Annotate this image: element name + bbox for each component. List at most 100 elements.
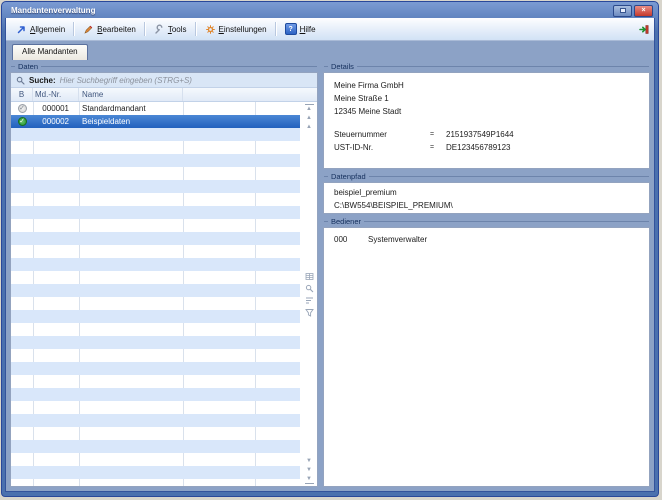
daten-panel: Daten Suche: Hier Suchbegriff eingeben (… xyxy=(10,61,318,487)
bediener-entry[interactable]: 000 Systemverwalter xyxy=(334,233,639,246)
table-row-selected[interactable]: ✓ 000002 Beispieldaten xyxy=(11,115,300,128)
table-row-empty[interactable] xyxy=(11,401,300,414)
menu-bearbeiten[interactable]: Bearbeiten xyxy=(77,22,142,37)
table-row-empty[interactable] xyxy=(11,375,300,388)
table-row-empty[interactable] xyxy=(11,206,300,219)
table-row-empty[interactable] xyxy=(11,297,300,310)
table-row-empty[interactable] xyxy=(11,180,300,193)
menu-tools[interactable]: Tools xyxy=(148,22,193,37)
column-header-status[interactable]: B xyxy=(11,88,33,101)
table-row-empty[interactable] xyxy=(11,362,300,375)
group-title: Bediener xyxy=(331,217,361,226)
table-row-empty[interactable] xyxy=(11,310,300,323)
field-value: DE123456789123 xyxy=(446,143,511,152)
table-row[interactable]: ✓ 000001 Standardmandant xyxy=(11,102,300,115)
group-title: Details xyxy=(331,62,354,71)
equals-sign: = xyxy=(430,144,446,151)
field-label: UST-ID-Nr. xyxy=(334,143,430,152)
menu-allgemein[interactable]: Allgemein xyxy=(10,22,71,37)
table-row-empty[interactable] xyxy=(11,453,300,466)
close-button[interactable]: × xyxy=(634,5,653,17)
help-icon: ? xyxy=(285,23,297,35)
datenpfad-group-label: Datenpfad xyxy=(323,171,650,182)
table-row-empty[interactable] xyxy=(11,219,300,232)
steuernummer-field: Steuernummer = 2151937549P1644 xyxy=(334,128,639,141)
search-list-icon[interactable] xyxy=(305,284,314,293)
tab-alle-mandanten[interactable]: Alle Mandanten xyxy=(12,44,88,60)
cell-name: Beispieldaten xyxy=(79,117,183,126)
filter-icon[interactable] xyxy=(305,308,314,317)
scroll-up-icon[interactable]: ▲ xyxy=(305,124,314,130)
table-row-empty[interactable] xyxy=(11,440,300,453)
close-icon: × xyxy=(641,7,645,14)
menu-label: Allgemein xyxy=(30,25,65,34)
table-row-empty[interactable] xyxy=(11,466,300,479)
scroll-page-down-icon[interactable]: ▼ xyxy=(305,467,314,473)
menu-label: Tools xyxy=(168,25,187,34)
group-title: Daten xyxy=(18,62,38,71)
wrench-icon xyxy=(154,24,165,35)
sort-icon[interactable] xyxy=(305,296,314,305)
table-row-empty[interactable] xyxy=(11,258,300,271)
scroll-first-icon[interactable]: ▲ xyxy=(305,104,314,112)
table-row-empty[interactable] xyxy=(11,271,300,284)
tax-fields: Steuernummer = 2151937549P1644 UST-ID-Nr… xyxy=(334,128,639,169)
details-group-label: Details xyxy=(323,61,650,72)
scroll-down-icon[interactable]: ▼ xyxy=(305,458,314,464)
titlebar[interactable]: Mandantenverwaltung × xyxy=(5,2,655,18)
toolbar-separator xyxy=(144,22,146,36)
column-header-name[interactable]: Name xyxy=(79,88,183,101)
table-area: ✓ 000001 Standardmandant ✓ 000002 Beispi… xyxy=(11,102,317,486)
app-body: Allgemein Bearbeiten Tools Einstellungen… xyxy=(5,18,655,492)
toolbar-separator xyxy=(73,22,75,36)
city-line: 12345 Meine Stadt xyxy=(334,105,639,118)
scroll-last-icon[interactable]: ▼ xyxy=(305,476,314,484)
exit-icon[interactable] xyxy=(639,24,650,35)
cell-mdnr: 000001 xyxy=(33,104,79,113)
table-row-empty[interactable] xyxy=(11,245,300,258)
table-row-empty[interactable] xyxy=(11,336,300,349)
table-row-empty[interactable] xyxy=(11,427,300,440)
gear-icon xyxy=(205,24,216,35)
details-group-box: Meine Firma GmbH Meine Straße 1 12345 Me… xyxy=(323,72,650,169)
street-line: Meine Straße 1 xyxy=(334,92,639,105)
table-row-empty[interactable] xyxy=(11,388,300,401)
search-label: Suche: xyxy=(29,76,56,85)
status-inactive-icon: ✓ xyxy=(18,104,27,113)
tab-strip: Alle Mandanten xyxy=(6,41,654,60)
table-row-empty[interactable] xyxy=(11,284,300,297)
grid-view-icon[interactable] xyxy=(305,272,314,281)
company-name: Meine Firma GmbH xyxy=(334,79,639,92)
bediener-group-label: Bediener xyxy=(323,216,650,227)
table-row-empty[interactable] xyxy=(11,128,300,141)
table-row-empty[interactable] xyxy=(11,193,300,206)
toolbar-separator xyxy=(195,22,197,36)
menu-label: Bearbeiten xyxy=(97,25,136,34)
main-content: Daten Suche: Hier Suchbegriff eingeben (… xyxy=(6,60,654,491)
window-buttons: × xyxy=(613,5,653,17)
data-name-line: beispiel_premium xyxy=(334,186,639,199)
datenpfad-group-box: beispiel_premium C:\BW554\BEISPIEL_PREMI… xyxy=(323,182,650,214)
table-row-empty[interactable] xyxy=(11,232,300,245)
bediener-group-box: 000 Systemverwalter xyxy=(323,227,650,487)
column-header-mdnr[interactable]: Md.-Nr. xyxy=(33,88,79,101)
table-row-empty[interactable] xyxy=(11,154,300,167)
table-row-empty[interactable] xyxy=(11,167,300,180)
table-row-empty[interactable] xyxy=(11,414,300,427)
search-input[interactable]: Hier Suchbegriff eingeben (STRG+S) xyxy=(60,76,192,85)
toolbar-separator xyxy=(275,22,277,36)
search-bar[interactable]: Suche: Hier Suchbegriff eingeben (STRG+S… xyxy=(11,73,317,88)
field-value: 2151937549P1644 xyxy=(446,130,514,139)
scroll-page-up-icon[interactable]: ▲ xyxy=(305,115,314,121)
minimize-button[interactable] xyxy=(613,5,632,17)
table-row-empty[interactable] xyxy=(11,479,300,486)
table-row-empty[interactable] xyxy=(11,323,300,336)
table-header[interactable]: B Md.-Nr. Name xyxy=(11,88,317,102)
toolbar: Allgemein Bearbeiten Tools Einstellungen… xyxy=(6,18,654,41)
menu-einstellungen[interactable]: Einstellungen xyxy=(199,22,273,37)
equals-sign: = xyxy=(430,131,446,138)
menu-label: Einstellungen xyxy=(219,25,267,34)
menu-hilfe[interactable]: ? Hilfe xyxy=(279,21,322,37)
table-row-empty[interactable] xyxy=(11,349,300,362)
table-row-empty[interactable] xyxy=(11,141,300,154)
